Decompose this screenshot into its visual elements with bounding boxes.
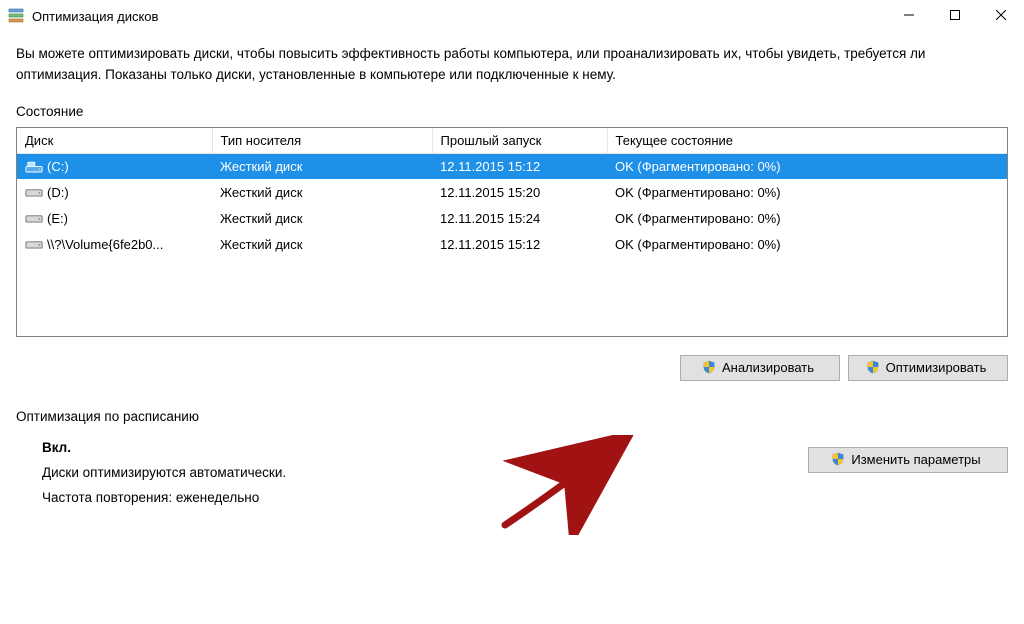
drive-table: Диск Тип носителя Прошлый запуск Текущее… <box>17 128 1007 258</box>
last-run: 12.11.2015 15:12 <box>432 153 607 179</box>
table-row[interactable]: (D:) Жесткий диск12.11.2015 15:20OK (Фра… <box>17 179 1007 205</box>
titlebar: Оптимизация дисков <box>0 0 1024 30</box>
app-icon <box>8 7 24 23</box>
col-header-state[interactable]: Текущее состояние <box>607 128 1007 154</box>
schedule-section: Оптимизация по расписанию Вкл. Диски опт… <box>16 409 1008 505</box>
drive-icon <box>25 186 41 198</box>
shield-icon <box>866 360 880 374</box>
drive-icon <box>25 212 41 224</box>
table-row[interactable]: \\?\Volume{6fe2b0... Жесткий диск12.11.2… <box>17 231 1007 257</box>
analyze-button[interactable]: Анализировать <box>680 355 840 381</box>
analyze-button-label: Анализировать <box>722 360 814 375</box>
last-run: 12.11.2015 15:24 <box>432 205 607 231</box>
current-state: OK (Фрагментировано: 0%) <box>607 231 1007 257</box>
optimize-button[interactable]: Оптимизировать <box>848 355 1008 381</box>
change-settings-button[interactable]: Изменить параметры <box>808 447 1008 473</box>
maximize-button[interactable] <box>932 0 978 30</box>
drive-table-container: Диск Тип носителя Прошлый запуск Текущее… <box>16 127 1008 337</box>
window-title: Оптимизация дисков <box>32 7 886 24</box>
change-settings-button-label: Изменить параметры <box>851 452 980 467</box>
last-run: 12.11.2015 15:12 <box>432 231 607 257</box>
shield-icon <box>702 360 716 374</box>
media-type: Жесткий диск <box>212 231 432 257</box>
disk-name: \\?\Volume{6fe2b0... <box>47 237 163 252</box>
close-button[interactable] <box>978 0 1024 30</box>
current-state: OK (Фрагментировано: 0%) <box>607 205 1007 231</box>
col-header-media[interactable]: Тип носителя <box>212 128 432 154</box>
shield-icon <box>831 452 845 466</box>
drive-icon <box>25 161 41 173</box>
col-header-lastrun[interactable]: Прошлый запуск <box>432 128 607 154</box>
table-row[interactable]: (E:) Жесткий диск12.11.2015 15:24OK (Фра… <box>17 205 1007 231</box>
last-run: 12.11.2015 15:20 <box>432 179 607 205</box>
minimize-button[interactable] <box>886 0 932 30</box>
action-buttons-row: Анализировать Оптимизировать <box>16 337 1008 381</box>
media-type: Жесткий диск <box>212 205 432 231</box>
intro-text: Вы можете оптимизировать диски, чтобы по… <box>16 44 1008 86</box>
current-state: OK (Фрагментировано: 0%) <box>607 179 1007 205</box>
window-controls <box>886 0 1024 30</box>
disk-name: (D:) <box>47 185 69 200</box>
table-row[interactable]: (C:) Жесткий диск12.11.2015 15:12OK (Фра… <box>17 153 1007 179</box>
media-type: Жесткий диск <box>212 179 432 205</box>
col-header-disk[interactable]: Диск <box>17 128 212 154</box>
schedule-freq-text: Частота повторения: еженедельно <box>42 490 1008 505</box>
disk-name: (C:) <box>47 159 69 174</box>
current-state: OK (Фрагментировано: 0%) <box>607 153 1007 179</box>
media-type: Жесткий диск <box>212 153 432 179</box>
optimize-button-label: Оптимизировать <box>886 360 987 375</box>
drive-icon <box>25 238 41 250</box>
schedule-title: Оптимизация по расписанию <box>16 409 1008 424</box>
disk-name: (E:) <box>47 211 68 226</box>
status-label: Состояние <box>16 104 1008 119</box>
